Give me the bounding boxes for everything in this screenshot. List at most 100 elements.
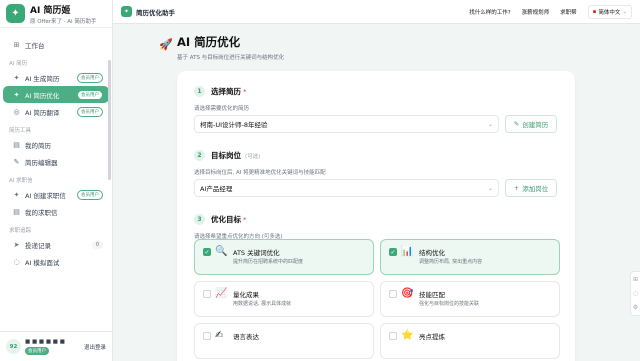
sidebar-item-ai-translate[interactable]: ◎ AI 简历翻译 会员用户	[3, 103, 109, 120]
checkbox-checked[interactable]: ✓	[389, 248, 397, 256]
sidebar-item-delivery[interactable]: ➤ 投递记录 0	[3, 236, 109, 253]
send-icon: ➤	[13, 240, 20, 249]
sidebar-item-ai-cover[interactable]: ✦ AI 创建求职信 会员用户	[3, 186, 109, 203]
sidebar-item-label: AI 简历翻译	[25, 108, 60, 117]
goal-title: 语言表达	[233, 333, 259, 341]
chevron-down-icon: ⌄	[487, 120, 493, 128]
checkbox-unchecked[interactable]	[203, 290, 211, 298]
checkbox-unchecked[interactable]	[389, 290, 397, 298]
checkbox-checked[interactable]: ✓	[203, 248, 211, 256]
user-name: ■ ■ ■ ■ ■ ■	[25, 338, 65, 345]
add-job-button[interactable]: + 添加岗位	[505, 179, 557, 197]
required-mark: *	[243, 87, 247, 96]
target-icon: 🎯	[401, 288, 414, 299]
step-1-header: 1 选择简历 *	[194, 86, 247, 97]
button-label: 添加岗位	[522, 185, 549, 193]
document-icon: ▤	[13, 207, 20, 216]
member-badge: 会员用户	[77, 189, 103, 200]
sparkle-icon: ✦	[13, 190, 20, 199]
goal-title: 结构优化	[419, 249, 445, 257]
sidebar-item-my-covers[interactable]: ▤ 我的求职信	[3, 203, 109, 220]
top-nav-link-help[interactable]: 求职帮	[560, 8, 577, 16]
top-nav-link-job-search[interactable]: 找什么样的工作?	[469, 8, 510, 16]
sidebar-section-jobs: AI 求职信	[9, 178, 33, 184]
pencil-icon: ✎	[13, 157, 20, 166]
user-member-badge: 会员用户	[25, 346, 49, 355]
sidebar-item-label: 工作台	[25, 41, 45, 50]
star-icon: ⭐	[401, 330, 414, 341]
step-title: 目标岗位	[211, 151, 241, 160]
sparkle-icon: ✦	[13, 73, 20, 82]
language-selector[interactable]: ▪ 简体中文 ⌄	[587, 4, 632, 19]
dashboard-icon: ⊞	[13, 40, 20, 49]
language-label: 简体中文	[598, 9, 621, 16]
button-label: 创建简历	[522, 121, 549, 129]
settings-icon[interactable]: ⚙	[633, 304, 638, 311]
magnifier-icon: 🔍	[215, 246, 228, 257]
trend-chart-icon: 📈	[215, 288, 228, 299]
chat-icon[interactable]: ◌	[633, 290, 638, 297]
member-badge: 会员用户	[77, 72, 103, 83]
step-number: 3	[194, 214, 205, 225]
sidebar-item-interview[interactable]: ◌ AI 模拟面试	[3, 253, 109, 270]
goal-desc: 提升简历在招聘系统中的匹配度	[233, 259, 304, 265]
member-badge: 会员用户	[77, 89, 103, 100]
goal-option-quantify[interactable]: 📈 量化成果 用数据说话, 展示具体成就	[194, 281, 374, 317]
main-content: 🚀 AI 简历优化 基于 ATS 与目标岗位进行关键词与结构优化 1 选择简历 …	[113, 24, 640, 361]
resume-select-value: 柯南-UI设计师-8年经验	[200, 121, 268, 129]
step-2-header: 2 目标岗位 (可选)	[194, 150, 260, 161]
sidebar-item-workbench[interactable]: ⊞ 工作台	[3, 36, 109, 53]
sidebar-item-label: 我的求职信	[25, 208, 58, 217]
resume-select[interactable]: 柯南-UI设计师-8年经验 ⌄	[194, 115, 499, 133]
flag-icon: ▪	[592, 8, 597, 15]
sidebar-item-label: 我的简历	[25, 141, 51, 150]
goal-option-ats[interactable]: ✓ 🔍 ATS 关键词优化 提升简历在招聘系统中的匹配度	[194, 239, 374, 275]
app-logo-icon: ✦	[121, 6, 132, 17]
step-1-hint: 请选择需要优化的简历	[194, 106, 250, 112]
sparkle-icon: ✦	[13, 90, 20, 99]
sidebar-item-my-resumes[interactable]: ▤ 我的简历	[3, 136, 109, 153]
create-resume-button[interactable]: ✎ 创建简历	[505, 115, 557, 133]
sidebar-item-label: AI 创建求职信	[25, 191, 66, 200]
target-job-value: AI产品经理	[200, 185, 233, 193]
step-number: 1	[194, 86, 205, 97]
top-nav: 找什么样的工作? 涨薪规划师 求职帮 ▪ 简体中文 ⌄	[469, 4, 632, 19]
target-job-select[interactable]: AI产品经理 ⌄	[194, 179, 499, 197]
sidebar-item-label: 简历编辑器	[25, 158, 58, 167]
checkbox-unchecked[interactable]	[389, 332, 397, 340]
sidebar-item-ai-generate[interactable]: ✦ AI 生成简历 会员用户	[3, 69, 109, 86]
chat-icon: ◌	[13, 257, 20, 266]
goal-option-skills[interactable]: 🎯 技能匹配 强化与目标岗位的技能关联	[380, 281, 560, 317]
sidebar-item-ai-optimize[interactable]: ✦ AI 简历优化 会员用户	[3, 86, 109, 103]
goal-title: 亮点提炼	[419, 333, 445, 341]
globe-icon: ◎	[13, 107, 20, 116]
optimize-form-card: 1 选择简历 * 请选择需要优化的简历 柯南-UI设计师-8年经验 ⌄ ✎ 创建…	[177, 71, 575, 361]
goal-title: 量化成果	[233, 291, 259, 299]
step-title: 优化目标	[211, 215, 241, 224]
optional-label: (可选)	[245, 153, 261, 160]
user-bar: 92 ■ ■ ■ ■ ■ ■ 会员用户 退出登录	[0, 331, 112, 361]
goal-option-highlights[interactable]: ⭐ 亮点提炼	[380, 323, 560, 359]
sidebar-item-resume-editor[interactable]: ✎ 简历编辑器	[3, 153, 109, 170]
sidebar-section-track: 求职追踪	[9, 228, 32, 234]
sidebar-scrollbar[interactable]	[108, 60, 111, 180]
page-title: AI 简历优化	[177, 35, 241, 49]
goal-option-language[interactable]: ✍ 语言表达	[194, 323, 374, 359]
bar-chart-icon: 📊	[401, 246, 414, 257]
brand-name: AI 简历姬	[30, 5, 71, 16]
avatar[interactable]: 92	[6, 339, 21, 354]
top-nav-link-salary[interactable]: 涨薪规划师	[522, 8, 550, 16]
goal-desc: 用数据说话, 展示具体成就	[233, 301, 292, 307]
sidebar-item-label: AI 简历优化	[25, 91, 60, 100]
step-number: 2	[194, 150, 205, 161]
edit-icon: ✎	[513, 120, 520, 128]
sidebar-item-label: AI 模拟面试	[25, 258, 60, 267]
logout-button[interactable]: 退出登录	[84, 343, 106, 351]
grid-icon[interactable]: ⊞	[633, 276, 638, 283]
delivery-count: 0	[91, 240, 103, 249]
rocket-icon: 🚀	[159, 38, 173, 51]
goal-option-structure[interactable]: ✓ 📊 结构优化 调整简历布局, 突出重点内容	[380, 239, 560, 275]
checkbox-unchecked[interactable]	[203, 332, 211, 340]
brand[interactable]: ✦ AI 简历姬 原 Offer来了 · AI 简历助手	[0, 0, 112, 28]
chevron-down-icon: ⌄	[487, 184, 493, 192]
